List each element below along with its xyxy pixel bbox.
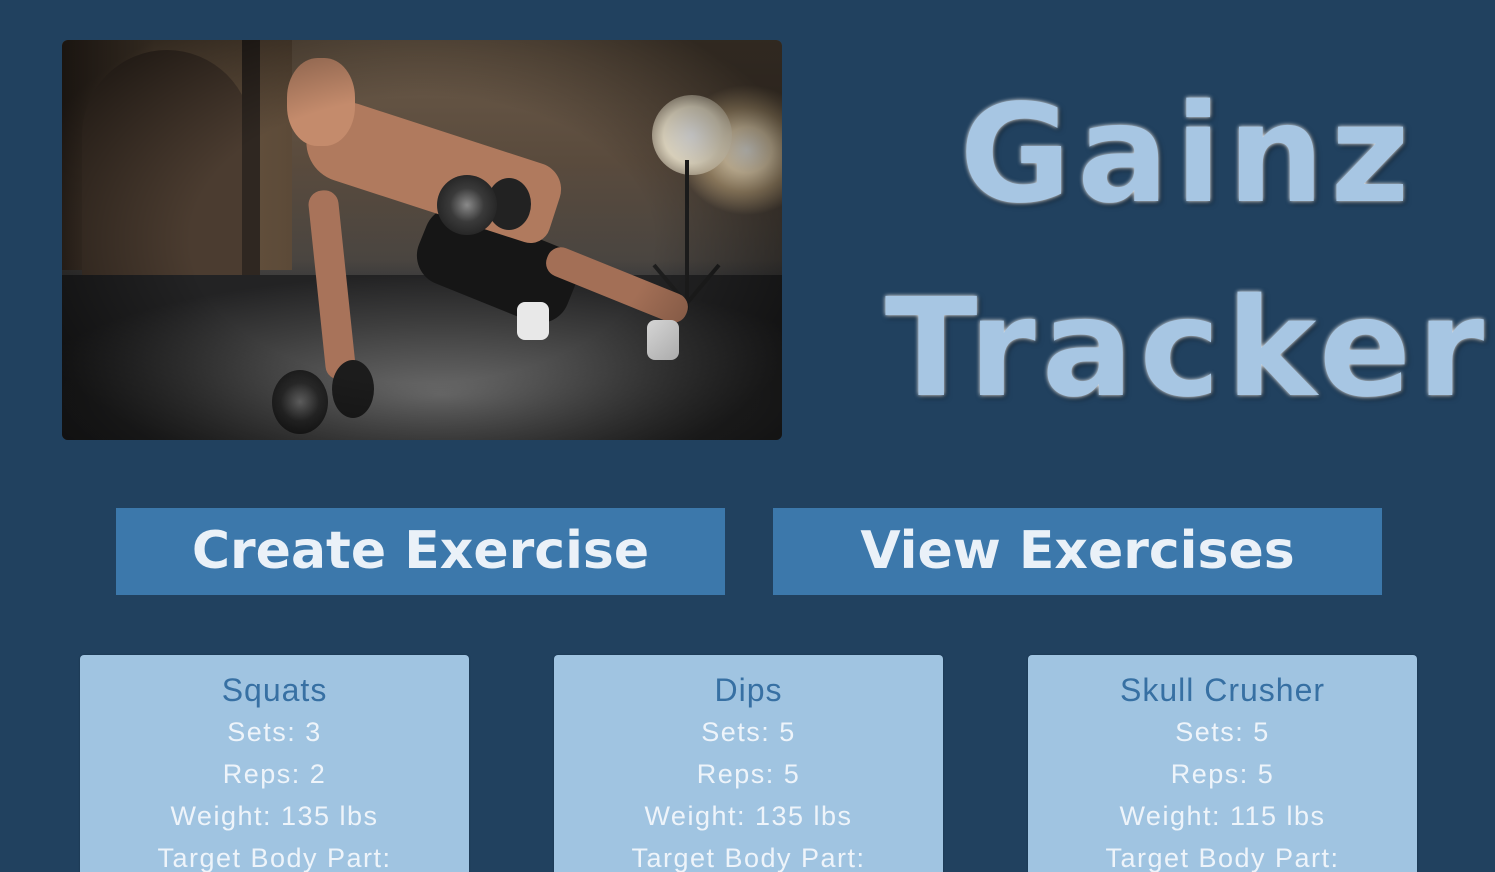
exercise-sets: Sets: 5 [701, 717, 796, 747]
app-title-line2: Tracker [884, 270, 1491, 428]
exercise-reps: Reps: 5 [696, 759, 801, 789]
exercise-name: Squats [221, 672, 328, 708]
exercise-card[interactable]: Dips Sets: 5 Reps: 5 Weight: 135 lbs Tar… [554, 655, 943, 872]
exercise-sets: Sets: 5 [1175, 717, 1270, 747]
exercise-target: Target Body Part: [157, 843, 392, 872]
exercise-card[interactable]: Squats Sets: 3 Reps: 2 Weight: 135 lbs T… [80, 655, 469, 872]
page: Gainz Tracker Create Exercise View Exerc… [0, 0, 1495, 872]
view-exercises-button[interactable]: View Exercises [773, 508, 1382, 595]
exercise-target: Target Body Part: [631, 843, 866, 872]
exercise-target: Target Body Part: [1105, 843, 1340, 872]
exercise-weight: Weight: 135 lbs [170, 801, 379, 831]
exercise-weight: Weight: 115 lbs [1119, 801, 1326, 831]
exercise-sets: Sets: 3 [227, 717, 322, 747]
exercise-name: Dips [714, 672, 783, 708]
exercise-reps: Reps: 2 [222, 759, 327, 789]
exercise-weight: Weight: 135 lbs [644, 801, 853, 831]
hero-image [62, 40, 782, 440]
exercise-reps: Reps: 5 [1170, 759, 1275, 789]
app-title-line1: Gainz [959, 76, 1416, 234]
exercise-card[interactable]: Skull Crusher Sets: 5 Reps: 5 Weight: 11… [1028, 655, 1417, 872]
hero-vignette [62, 40, 782, 440]
exercise-name: Skull Crusher [1119, 672, 1326, 708]
app-title: Gainz Tracker [880, 58, 1495, 446]
create-exercise-button[interactable]: Create Exercise [116, 508, 725, 595]
